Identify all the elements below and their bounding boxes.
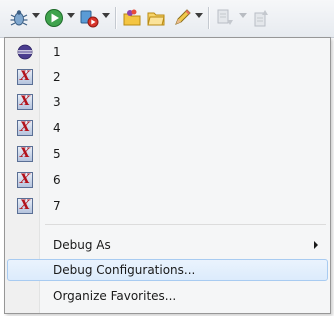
external-tools-icon[interactable] — [79, 8, 99, 28]
x-launch-icon: X — [17, 69, 33, 85]
x-launch-icon: X — [17, 198, 33, 214]
menu-item-launch-3[interactable]: X 3 — [7, 91, 328, 113]
previous-annotation-icon[interactable] — [250, 8, 270, 28]
run-play-icon[interactable] — [44, 8, 64, 28]
menu-item-label: Debug Configurations... — [53, 263, 196, 277]
next-annotation-icon[interactable] — [215, 8, 235, 28]
eclipse-launch-icon — [17, 44, 33, 60]
menu-item-organize-favorites[interactable]: Organize Favorites... — [7, 285, 328, 307]
x-launch-icon: X — [17, 120, 33, 136]
pencil-icon[interactable] — [172, 8, 192, 28]
toolbar-separator — [115, 7, 117, 29]
menu-item-label: Organize Favorites... — [53, 289, 177, 303]
menu-item-launch-4[interactable]: X 4 — [7, 117, 328, 139]
menu-item-launch-6[interactable]: X 6 — [7, 169, 328, 191]
menu-item-launch-1[interactable]: 1 — [7, 41, 328, 63]
menu-item-debug-as[interactable]: Debug As — [7, 234, 328, 256]
debug-dropdown-chevron-icon[interactable] — [32, 13, 40, 18]
menu-item-launch-2[interactable]: X 2 — [7, 66, 328, 88]
menu-item-label: 7 — [53, 199, 61, 213]
x-launch-icon: X — [17, 172, 33, 188]
external-tools-dropdown-chevron-icon[interactable] — [102, 13, 110, 18]
menu-separator — [45, 224, 326, 225]
x-launch-icon: X — [17, 146, 33, 162]
menu-item-label: 1 — [53, 45, 61, 59]
open-folder-icon[interactable] — [122, 8, 142, 28]
toolbar-separator — [208, 7, 210, 29]
debug-bug-icon[interactable] — [9, 8, 29, 28]
menu-item-launch-5[interactable]: X 5 — [7, 143, 328, 165]
debug-history-menu: 1 X 2 X 3 X 4 X 5 X 6 X 7 Debug As Debug… — [4, 37, 331, 314]
menu-item-label: Debug As — [53, 238, 111, 252]
menu-item-label: 6 — [53, 173, 61, 187]
next-annotation-dropdown-chevron-icon[interactable] — [239, 13, 247, 18]
open-folder-alt-icon[interactable] — [146, 8, 166, 28]
submenu-arrow-icon — [314, 241, 318, 249]
menu-item-label: 3 — [53, 95, 61, 109]
menu-item-label: 2 — [53, 70, 61, 84]
pencil-dropdown-chevron-icon[interactable] — [195, 13, 203, 18]
x-launch-icon: X — [17, 94, 33, 110]
run-dropdown-chevron-icon[interactable] — [67, 13, 75, 18]
menu-item-debug-configurations[interactable]: Debug Configurations... — [7, 259, 328, 281]
debug-toolbar — [0, 0, 334, 38]
menu-item-label: 5 — [53, 147, 61, 161]
menu-item-label: 4 — [53, 121, 61, 135]
menu-item-launch-7[interactable]: X 7 — [7, 195, 328, 217]
